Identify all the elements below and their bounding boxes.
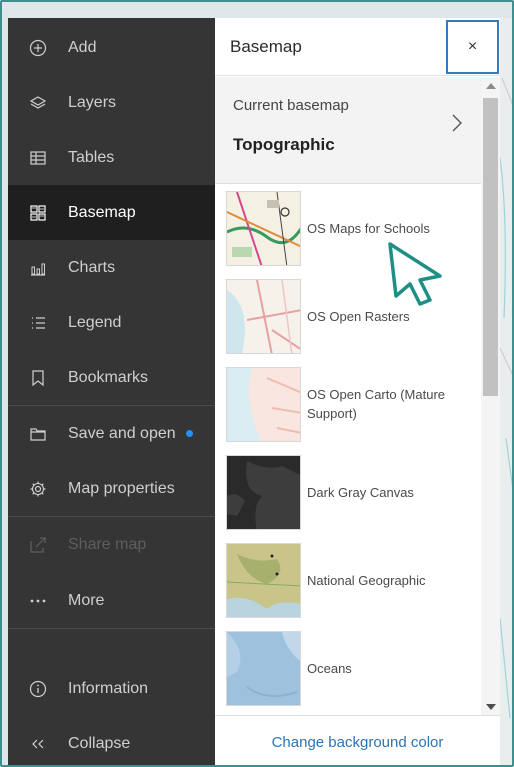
basemap-label: Dark Gray Canvas [307,485,414,500]
scroll-up-arrow-icon[interactable] [486,83,496,89]
chevron-right-icon [452,114,462,132]
share-icon [29,536,47,554]
basemap-thumbnail [226,367,301,442]
table-icon [29,149,47,167]
nav-item-label: Basemap [68,203,136,221]
close-button[interactable]: × [446,20,499,74]
nav-item-map-properties[interactable]: Map properties [8,461,215,516]
nav-item-add[interactable]: Add [8,20,215,75]
nav-item-legend[interactable]: Legend [8,295,215,350]
nav-item-label: Charts [68,258,116,276]
basemap-label: OS Open Carto (Mature Support) [307,387,445,421]
basemap-item-national-geographic[interactable]: National Geographic [215,537,481,625]
nav-item-information[interactable]: Information [8,661,215,716]
basemap-label: OS Maps for Schools [307,221,430,236]
basemap-thumbnail [226,631,301,706]
nav-item-label: Layers [68,93,117,111]
nav-item-label: Tables [68,148,115,166]
info-icon [29,680,47,698]
current-basemap-label: Current basemap [233,97,349,114]
nav-divider [8,628,215,629]
nav-item-label: Collapse [68,734,131,752]
current-basemap-value: Topographic [233,135,335,154]
nav-item-share-map: Share map [8,517,215,572]
basemap-panel: Basemap × Current basemap Topographic OS… [215,18,500,765]
folder-icon [29,425,47,443]
current-basemap-card[interactable]: Current basemap Topographic [215,77,481,184]
panel-footer: Change background color [215,715,500,765]
basemap-label: OS Open Rasters [307,309,410,324]
nav-item-bookmarks[interactable]: Bookmarks [8,350,215,405]
nav-item-label: More [68,591,105,609]
nav-item-label: Legend [68,313,122,331]
basemap-thumbnail [226,279,301,354]
basemap-item-oceans[interactable]: Oceans [215,625,481,713]
more-icon [29,592,47,610]
nav-item-layers[interactable]: Layers [8,75,215,130]
nav-item-label: Map properties [68,479,175,497]
nav-item-label: Share map [68,535,147,553]
map-view[interactable] [500,18,512,765]
gear-icon [29,480,47,498]
nav-item-label: Add [68,38,97,56]
nav-item-label: Save and open [68,424,176,442]
nav-item-label: Bookmarks [68,368,149,386]
basemap-item-os-open-carto[interactable]: OS Open Carto (Mature Support) [215,361,481,449]
app-frame: Add Layers Tables Basemap Charts Legend … [0,0,514,767]
scroll-thumb[interactable] [483,98,498,396]
basemap-icon [29,204,47,222]
collapse-icon [29,735,47,753]
scroll-down-arrow-icon[interactable] [486,704,496,710]
panel-scrollbar[interactable] [481,77,500,717]
nav-item-collapse[interactable]: Collapse [8,716,215,765]
basemap-thumbnail [226,455,301,530]
nav-item-basemap[interactable]: Basemap [8,185,215,240]
legend-icon [29,314,47,332]
basemap-thumbnail [226,191,301,266]
layers-icon [29,94,47,112]
pointer-cursor-icon [388,242,442,306]
nav-item-more[interactable]: More [8,573,215,628]
side-nav: Add Layers Tables Basemap Charts Legend … [8,18,215,765]
close-icon: × [467,38,478,55]
basemap-label: National Geographic [307,573,426,588]
nav-item-charts[interactable]: Charts [8,240,215,295]
bookmark-icon [29,369,47,387]
basemap-thumbnail [226,543,301,618]
basemap-label: Oceans [307,661,352,676]
nav-item-save-and-open[interactable]: Save and open [8,406,215,461]
change-background-color-link[interactable]: Change background color [272,734,444,751]
plus-circle-icon [29,39,47,57]
chart-icon [29,259,47,277]
panel-title: Basemap [230,37,302,56]
basemap-item-dark-gray-canvas[interactable]: Dark Gray Canvas [215,449,481,537]
nav-item-tables[interactable]: Tables [8,130,215,185]
nav-item-label: Information [68,679,149,697]
unsaved-indicator [185,430,193,437]
panel-header: Basemap × [215,18,500,76]
